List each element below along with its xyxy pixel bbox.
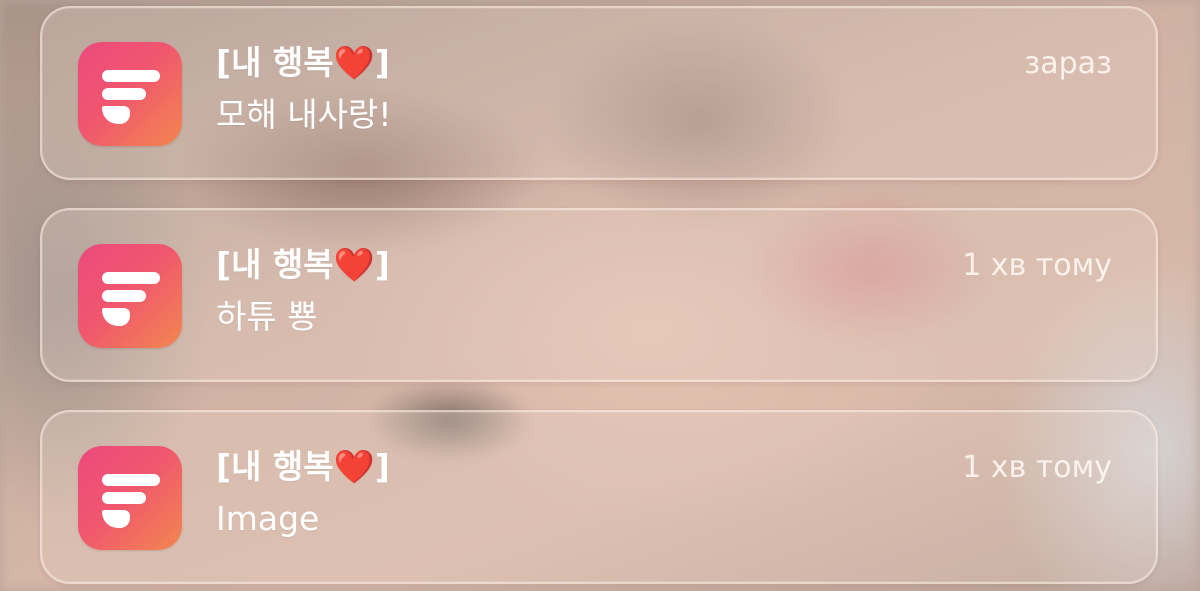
notification-title: [내 행복❤️] [216, 245, 390, 284]
notification-title: [내 행복❤️] [216, 43, 390, 82]
notification-message: 하튜 뿅 [216, 297, 318, 336]
notification-card[interactable]: [내 행복❤️] Image 1 хв тому [40, 410, 1158, 584]
notification-stack: [내 행복❤️] 모해 내사랑! зараз [내 행복❤️] 하튜 뿅 1 х… [0, 0, 1200, 591]
notification-card[interactable]: [내 행복❤️] 하튜 뿅 1 хв тому [40, 208, 1158, 382]
notification-time: 1 хв тому [962, 450, 1112, 485]
app-logo-icon [78, 244, 182, 348]
notification-time: 1 хв тому [962, 248, 1112, 283]
notification-message: 모해 내사랑! [216, 95, 392, 134]
app-logo-icon [78, 446, 182, 550]
notification-time: зараз [1024, 46, 1112, 81]
notification-title: [내 행복❤️] [216, 447, 390, 486]
notification-message: Image [216, 499, 320, 538]
notification-card[interactable]: [내 행복❤️] 모해 내사랑! зараз [40, 6, 1158, 180]
app-logo-icon [78, 42, 182, 146]
